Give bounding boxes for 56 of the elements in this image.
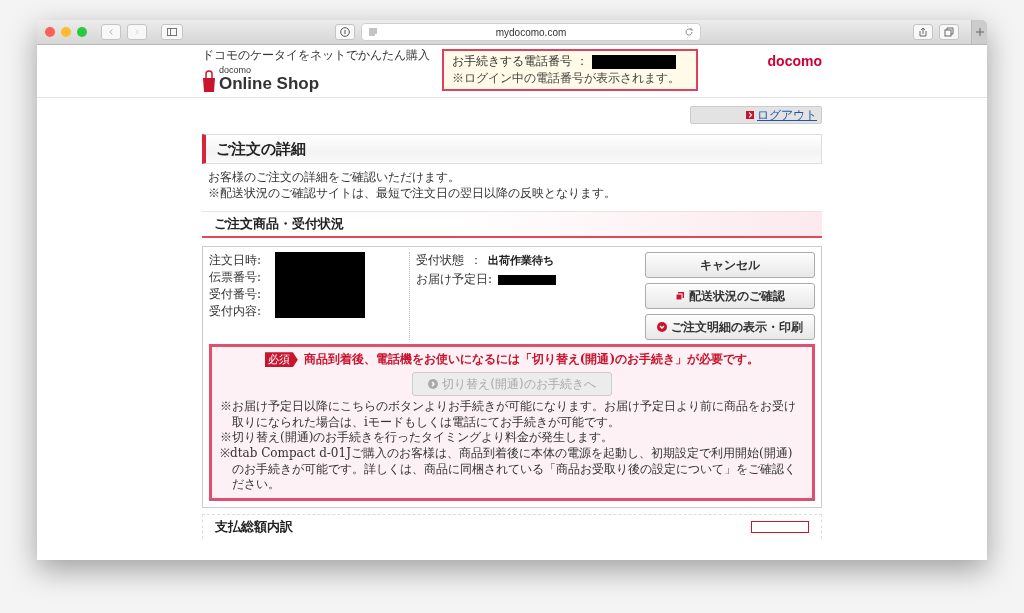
- close-icon[interactable]: [45, 27, 55, 37]
- note-text: ※dtab Compact d-01Jご購入のお客様は、商品到着後に本体の電源を起動し、初期設定で利用開始(開通)のお手続きが可能です。詳しくは、商品に同梱されている「商品お受取り後の設定について」をご確認ください。: [220, 445, 797, 493]
- action-button[interactable]: ご注文明細の表示・印刷: [645, 314, 815, 341]
- section-title: 支払総額内訳: [215, 517, 293, 536]
- chevron-right-icon: [428, 379, 439, 390]
- chevron-left-icon: [108, 27, 114, 37]
- arrow-right-icon: [746, 111, 754, 119]
- phone-label: お手続きする電話番号 ：: [452, 53, 588, 70]
- status-value: 出荷作業待ち: [488, 253, 554, 269]
- action-button[interactable]: キャンセル: [645, 252, 815, 279]
- window-icon: [675, 291, 685, 302]
- page-title: ご注文の詳細: [216, 139, 306, 159]
- separator-text: ：: [470, 252, 482, 270]
- note-text: ※切り替え(開通)のお手続きを行ったタイミングより料金が発生します。: [220, 430, 615, 446]
- share-icon: [918, 27, 928, 37]
- minimize-icon[interactable]: [61, 27, 71, 37]
- chevron-right-icon: [134, 27, 140, 37]
- address-bar[interactable]: mydocomo.com: [361, 23, 701, 41]
- field-label: 注文日時:: [209, 252, 263, 270]
- reload-icon: [684, 27, 694, 37]
- field-label: 受付番号:: [209, 286, 263, 304]
- tabs-button[interactable]: [939, 24, 959, 40]
- share-button[interactable]: [913, 24, 933, 40]
- chevron-down-icon: [657, 322, 667, 333]
- info-button[interactable]: [335, 24, 355, 40]
- info-icon: [340, 27, 350, 37]
- action-button[interactable]: 配送状況のご確認: [645, 283, 815, 310]
- maximize-icon[interactable]: [77, 27, 87, 37]
- logo-subtext: docomo: [219, 66, 253, 75]
- sidebar-icon: [166, 27, 178, 37]
- new-tab-button[interactable]: [971, 20, 987, 44]
- back-button[interactable]: [101, 24, 121, 40]
- logout-link[interactable]: ログアウト: [757, 106, 817, 124]
- status-label: 受付状態: [416, 252, 464, 270]
- notice-message: 商品到着後、電話機をお使いになるには「切り替え(開通)のお手続き」が必要です。: [303, 351, 760, 369]
- required-badge: 必須: [264, 352, 298, 368]
- note-text: ※お届け予定日以降にこちらのボタンよりお手続きが可能になります。お届け予定日より前に商品をお受け取りになられた場合は、iモードもしくは電話にてお手続きが可能です。: [220, 399, 797, 431]
- delivery-label: お届け予定日:: [416, 271, 493, 289]
- redaction-block: [498, 274, 557, 285]
- forward-button[interactable]: [127, 24, 147, 40]
- intro-text: お客様のご注文の詳細をご確認いただけます。: [208, 170, 461, 186]
- brand-logo[interactable]: docomo: [767, 53, 822, 69]
- field-label: 伝票番号:: [209, 269, 263, 287]
- phone-note: ※ログイン中の電話番号が表示されます。: [452, 70, 681, 87]
- intro-text: ※配送状況のご確認サイトは、最短で注文日の翌日以降の反映となります。: [208, 185, 617, 202]
- tabs-icon: [944, 27, 954, 37]
- shop-logo[interactable]: docomo Online Shop: [202, 66, 430, 92]
- logo-text: Online Shop: [219, 75, 320, 92]
- field-label: 受付内容:: [209, 303, 263, 321]
- tagline: ドコモのケータイをネットでかんたん購入: [202, 47, 430, 64]
- toggle-button[interactable]: [751, 520, 809, 533]
- url-text: mydocomo.com: [494, 26, 568, 38]
- shopping-bag-icon: [202, 70, 216, 92]
- section-title: ご注文商品・受付状況: [214, 215, 344, 234]
- plus-icon: [974, 27, 985, 37]
- sidebar-button[interactable]: [161, 24, 183, 40]
